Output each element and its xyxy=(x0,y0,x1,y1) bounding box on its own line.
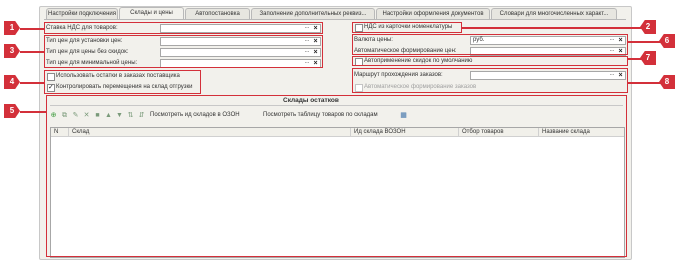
highlight-box-3 xyxy=(44,35,323,68)
callout-badge-6: 6 xyxy=(659,34,675,48)
highlight-box-5 xyxy=(46,95,627,257)
highlight-box-7 xyxy=(352,56,628,66)
tab-dictionaries[interactable]: Словари для многочисленных характ... xyxy=(491,8,617,19)
tab-autoposting[interactable]: Автопостановка xyxy=(185,8,250,19)
callout-badge-8: 8 xyxy=(659,75,675,89)
callout-line-4 xyxy=(20,82,44,84)
tab-document-settings[interactable]: Настройки оформления документов xyxy=(376,8,490,19)
callout-line-8 xyxy=(628,82,661,84)
callout-badge-1: 1 xyxy=(4,21,20,35)
callout-badge-3: 3 xyxy=(4,44,20,58)
callout-line-3 xyxy=(20,51,44,53)
highlight-box-4 xyxy=(44,70,201,94)
callout-badge-4: 4 xyxy=(4,75,20,89)
highlight-box-1 xyxy=(44,22,323,34)
highlight-box-2 xyxy=(352,22,462,33)
highlight-box-8 xyxy=(352,68,628,93)
callout-line-1 xyxy=(20,28,44,30)
callout-line-7 xyxy=(628,58,642,60)
callout-line-5 xyxy=(20,111,46,113)
highlight-box-6 xyxy=(352,34,628,55)
callout-badge-7: 7 xyxy=(640,51,656,65)
tab-connection[interactable]: Настройки подключения xyxy=(46,8,118,19)
callout-badge-5: 5 xyxy=(4,104,20,118)
callout-line-2 xyxy=(462,27,642,29)
tab-additional-attrs[interactable]: Заполнение дополнительных реквиз... xyxy=(251,8,375,19)
callout-badge-2: 2 xyxy=(640,20,656,34)
callout-line-6 xyxy=(628,41,661,43)
